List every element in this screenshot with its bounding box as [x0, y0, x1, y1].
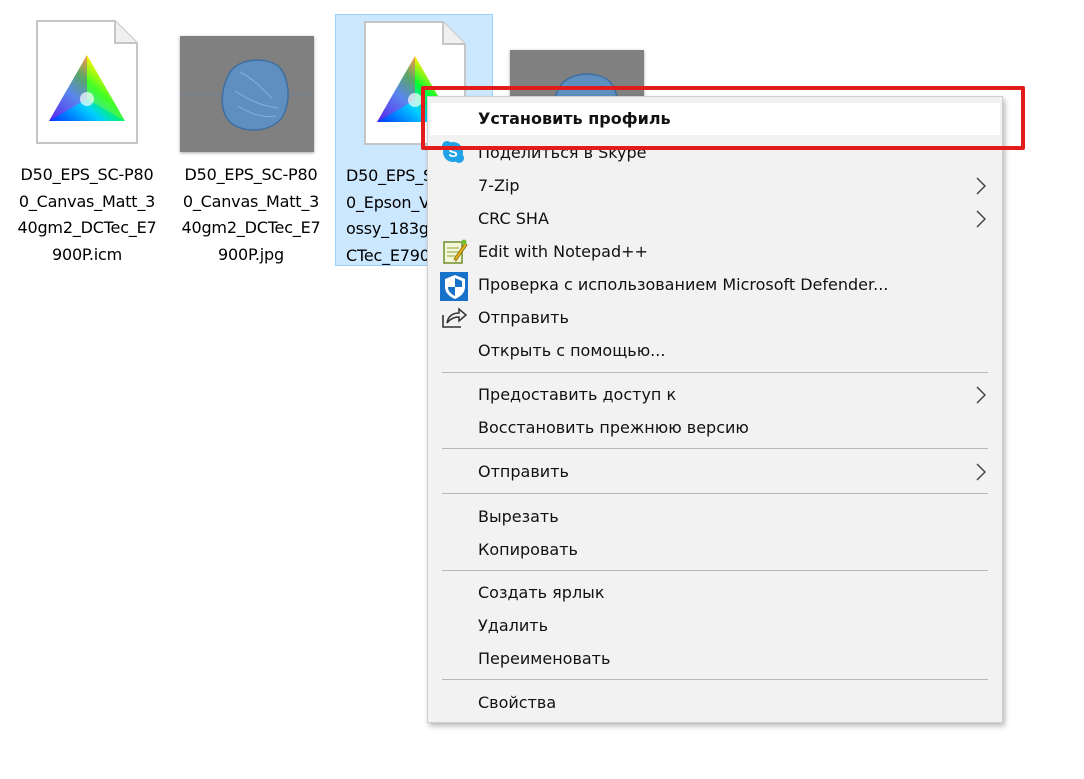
menu-item-send-to[interactable]: Отправить — [430, 456, 1000, 488]
menu-item-copy[interactable]: Копировать — [430, 534, 1000, 566]
context-menu: Установить профиль S Поделиться в Skype … — [427, 96, 1003, 723]
menu-item-label: Удалить — [478, 616, 548, 635]
menu-item-share[interactable]: Отправить — [430, 302, 1000, 334]
menu-item-label: Проверка с использованием Microsoft Defe… — [478, 275, 889, 294]
menu-item-label: Edit with Notepad++ — [478, 242, 648, 261]
file-name: D50_EPS_SC-P80 0_Canvas_Matt_3 40gm2_DCT… — [181, 165, 321, 264]
menu-item-label: Копировать — [478, 540, 578, 559]
chevron-right-icon — [976, 463, 986, 481]
menu-item-label: Свойства — [478, 693, 557, 712]
blob-shape-icon — [180, 59, 314, 131]
menu-item-label: Открыть с помощью... — [478, 341, 666, 360]
menu-item-label: 7-Zip — [478, 176, 520, 195]
menu-item-create-shortcut[interactable]: Создать ярлык — [430, 577, 1000, 609]
notepad-plus-plus-icon — [443, 239, 468, 264]
menu-item-give-access[interactable]: Предоставить доступ к — [430, 379, 1000, 411]
image-thumbnail — [180, 36, 314, 152]
color-profile-icon — [36, 20, 138, 144]
menu-separator — [442, 493, 988, 494]
chevron-right-icon — [976, 386, 986, 404]
menu-item-edit-notepadpp[interactable]: Edit with Notepad++ — [430, 236, 1000, 268]
menu-item-label: Предоставить доступ к — [478, 385, 677, 404]
menu-separator — [442, 679, 988, 680]
file-name: D50_EPS_SC-P80 0_Canvas_Matt_3 40gm2_DCT… — [17, 165, 157, 264]
menu-item-open-with[interactable]: Открыть с помощью... — [430, 335, 1000, 367]
file-icm-1[interactable]: D50_EPS_SC-P80 0_Canvas_Matt_3 40gm2_DCT… — [8, 14, 166, 266]
menu-item-label: Создать ярлык — [478, 583, 605, 602]
menu-item-label: CRC SHA — [478, 209, 549, 228]
menu-item-label: Восстановить прежнюю версию — [478, 418, 749, 437]
menu-separator — [442, 448, 988, 449]
highlight-annotation-box — [421, 86, 1025, 150]
menu-item-label: Отправить — [478, 462, 569, 481]
menu-item-restore-version[interactable]: Восстановить прежнюю версию — [430, 412, 1000, 444]
share-icon — [442, 307, 468, 328]
chevron-right-icon — [976, 210, 986, 228]
menu-item-label: Переименовать — [478, 649, 611, 668]
menu-separator — [442, 570, 988, 571]
menu-item-label: Вырезать — [478, 507, 559, 526]
menu-item-cut[interactable]: Вырезать — [430, 501, 1000, 533]
menu-separator — [442, 372, 988, 373]
file-jpg-1[interactable]: D50_EPS_SC-P80 0_Canvas_Matt_3 40gm2_DCT… — [172, 14, 330, 266]
menu-item-crc-sha[interactable]: CRC SHA — [430, 203, 1000, 235]
menu-item-rename[interactable]: Переименовать — [430, 643, 1000, 675]
menu-item-7zip[interactable]: 7-Zip — [430, 170, 1000, 202]
chevron-right-icon — [976, 177, 986, 195]
menu-item-defender-scan[interactable]: Проверка с использованием Microsoft Defe… — [430, 269, 1000, 301]
defender-shield-icon — [440, 272, 468, 301]
menu-item-delete[interactable]: Удалить — [430, 610, 1000, 642]
menu-item-label: Отправить — [478, 308, 569, 327]
menu-item-properties[interactable]: Свойства — [430, 687, 1000, 719]
